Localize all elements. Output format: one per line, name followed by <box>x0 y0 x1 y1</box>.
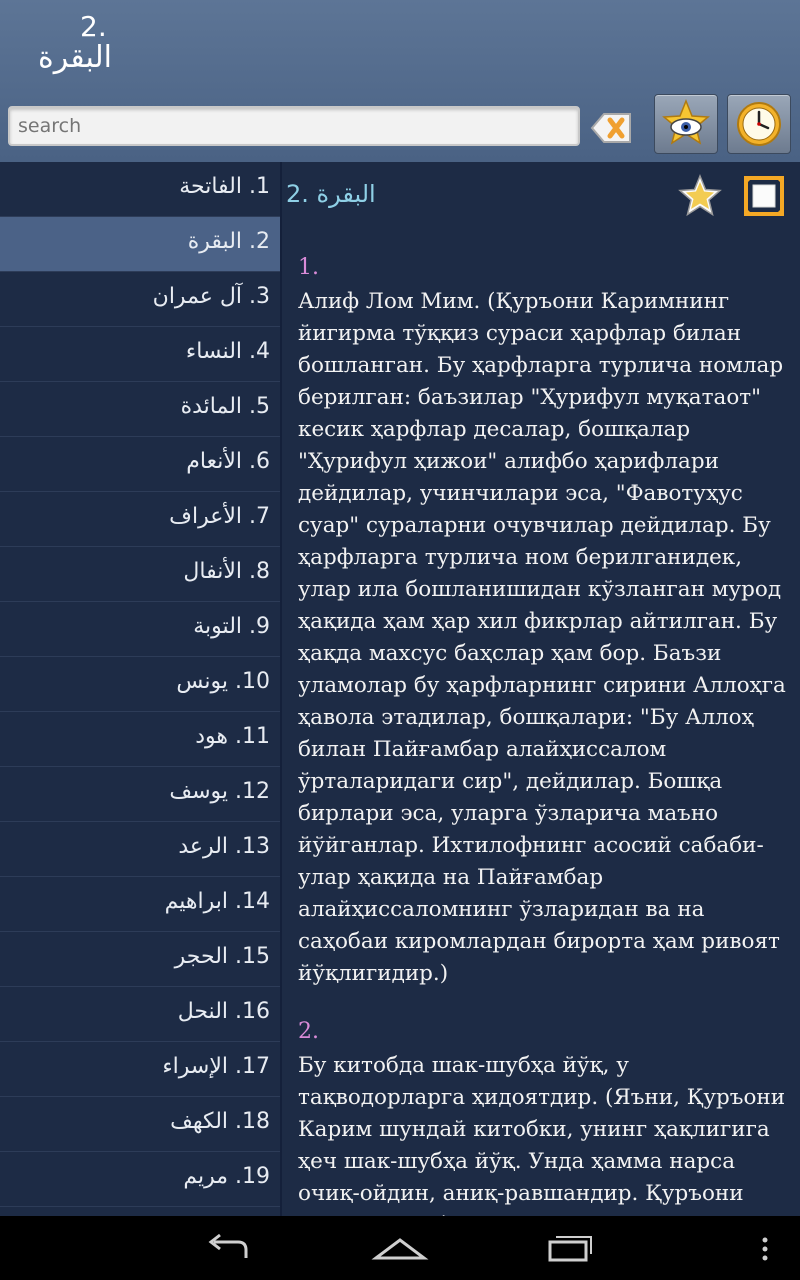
surah-list-item[interactable]: 5. المائدة <box>0 382 280 437</box>
bookmark-star-eye-icon <box>662 98 710 145</box>
surah-list-item-label: 1. الفاتحة <box>179 174 270 199</box>
surah-list-item-label: 8. الأنفال <box>183 559 270 584</box>
history-button[interactable] <box>727 94 791 154</box>
surah-list-item[interactable]: 12. يوسف <box>0 767 280 822</box>
surah-list-item-label: 2. البقرة <box>187 229 270 254</box>
search-input[interactable] <box>8 106 580 146</box>
surah-list-item[interactable]: 18. الكهف <box>0 1097 280 1152</box>
surah-list-item[interactable]: 9. التوبة <box>0 602 280 657</box>
ayah-number: 2. <box>298 1019 319 1044</box>
surah-list-item-label: 5. المائدة <box>180 394 270 419</box>
surah-list-item-label: 13. الرعد <box>178 834 270 859</box>
recent-apps-icon <box>548 1236 592 1262</box>
surah-list-item-label: 16. النحل <box>177 999 270 1024</box>
surah-list-item[interactable]: 11. هود <box>0 712 280 767</box>
home-icon <box>371 1238 429 1260</box>
favorite-button[interactable] <box>678 174 722 218</box>
surah-list-item-label: 14. ابراهيم <box>164 889 270 914</box>
back-button[interactable] <box>200 1230 260 1266</box>
surah-list-item-label: 11. هود <box>195 724 270 749</box>
surah-list-item[interactable]: 14. ابراهيم <box>0 877 280 932</box>
surah-list-item[interactable]: 13. الرعد <box>0 822 280 877</box>
surah-list-item-label: 9. التوبة <box>193 614 270 639</box>
surah-list-item[interactable]: 3. آل عمران <box>0 272 280 327</box>
surah-title-number: 2. <box>80 10 107 43</box>
bookmarks-button[interactable] <box>654 94 718 154</box>
ayah-list: 1. Алиф Лом Мим. (Қуръони Каримнинг йиги… <box>298 252 792 1216</box>
fullscreen-button[interactable] <box>742 174 786 218</box>
surah-list-item-label: 17. الإسراء <box>162 1054 270 1079</box>
surah-list-item[interactable]: 16. النحل <box>0 987 280 1042</box>
surah-list[interactable]: 1. الفاتحة 2. البقرة 3. آل عمران 4. النس… <box>0 162 280 1216</box>
surah-list-item[interactable]: 19. مريم <box>0 1152 280 1207</box>
content-title: 2. البقرة <box>286 180 376 208</box>
ayah-text: Алиф Лом Мим. (Қуръони Каримнинг йигирма… <box>298 289 786 986</box>
surah-list-item-label: 19. مريم <box>183 1164 270 1189</box>
surah-list-item-label: 10. يونس <box>176 669 270 694</box>
action-bar: 2. البقرة <box>0 0 800 162</box>
history-clock-icon <box>737 102 781 146</box>
surah-list-item-label: 3. آل عمران <box>152 284 270 309</box>
surah-list-item-label: 7. الأعراف <box>169 504 270 529</box>
surah-list-item[interactable]: 10. يونس <box>0 657 280 712</box>
surah-list-item[interactable]: 8. الأنفال <box>0 547 280 602</box>
clear-search-button[interactable] <box>588 108 634 148</box>
surah-list-item[interactable]: 1. الفاتحة <box>0 162 280 217</box>
surah-list-item-label: 4. النساء <box>185 339 270 364</box>
surah-list-item[interactable]: 4. النساء <box>0 327 280 382</box>
overflow-menu-button[interactable] <box>740 1230 790 1266</box>
back-icon <box>208 1233 248 1258</box>
clear-search-icon <box>590 113 631 143</box>
surah-content-pane[interactable]: 2. البقرة 1. Алиф Лом Мим. (Қуръони Кари… <box>282 162 800 1216</box>
ayah-text: Бу китобда шак-шубҳа йўқ, у тақводорларг… <box>298 1053 786 1216</box>
overflow-menu-icon <box>762 1237 768 1261</box>
system-navigation-bar <box>0 1216 800 1280</box>
recent-apps-button[interactable] <box>540 1230 600 1266</box>
surah-list-item-selected[interactable]: 2. البقرة <box>0 217 280 272</box>
surah-list-item-label: 6. الأنعام <box>186 449 270 474</box>
surah-title-name: البقرة <box>38 40 112 75</box>
surah-list-item-label: 15. الحجر <box>174 944 270 969</box>
surah-list-item-label: 18. الكهف <box>170 1109 270 1134</box>
surah-list-item[interactable]: 15. الحجر <box>0 932 280 987</box>
surah-list-item[interactable]: 17. الإسراء <box>0 1042 280 1097</box>
surah-list-item[interactable]: 7. الأعراف <box>0 492 280 547</box>
home-button[interactable] <box>370 1230 430 1266</box>
star-icon <box>678 174 722 217</box>
surah-list-item-label: 12. يوسف <box>169 779 270 804</box>
fullscreen-icon <box>744 176 784 216</box>
ayah-number: 1. <box>298 255 319 280</box>
surah-list-item[interactable]: 6. الأنعام <box>0 437 280 492</box>
